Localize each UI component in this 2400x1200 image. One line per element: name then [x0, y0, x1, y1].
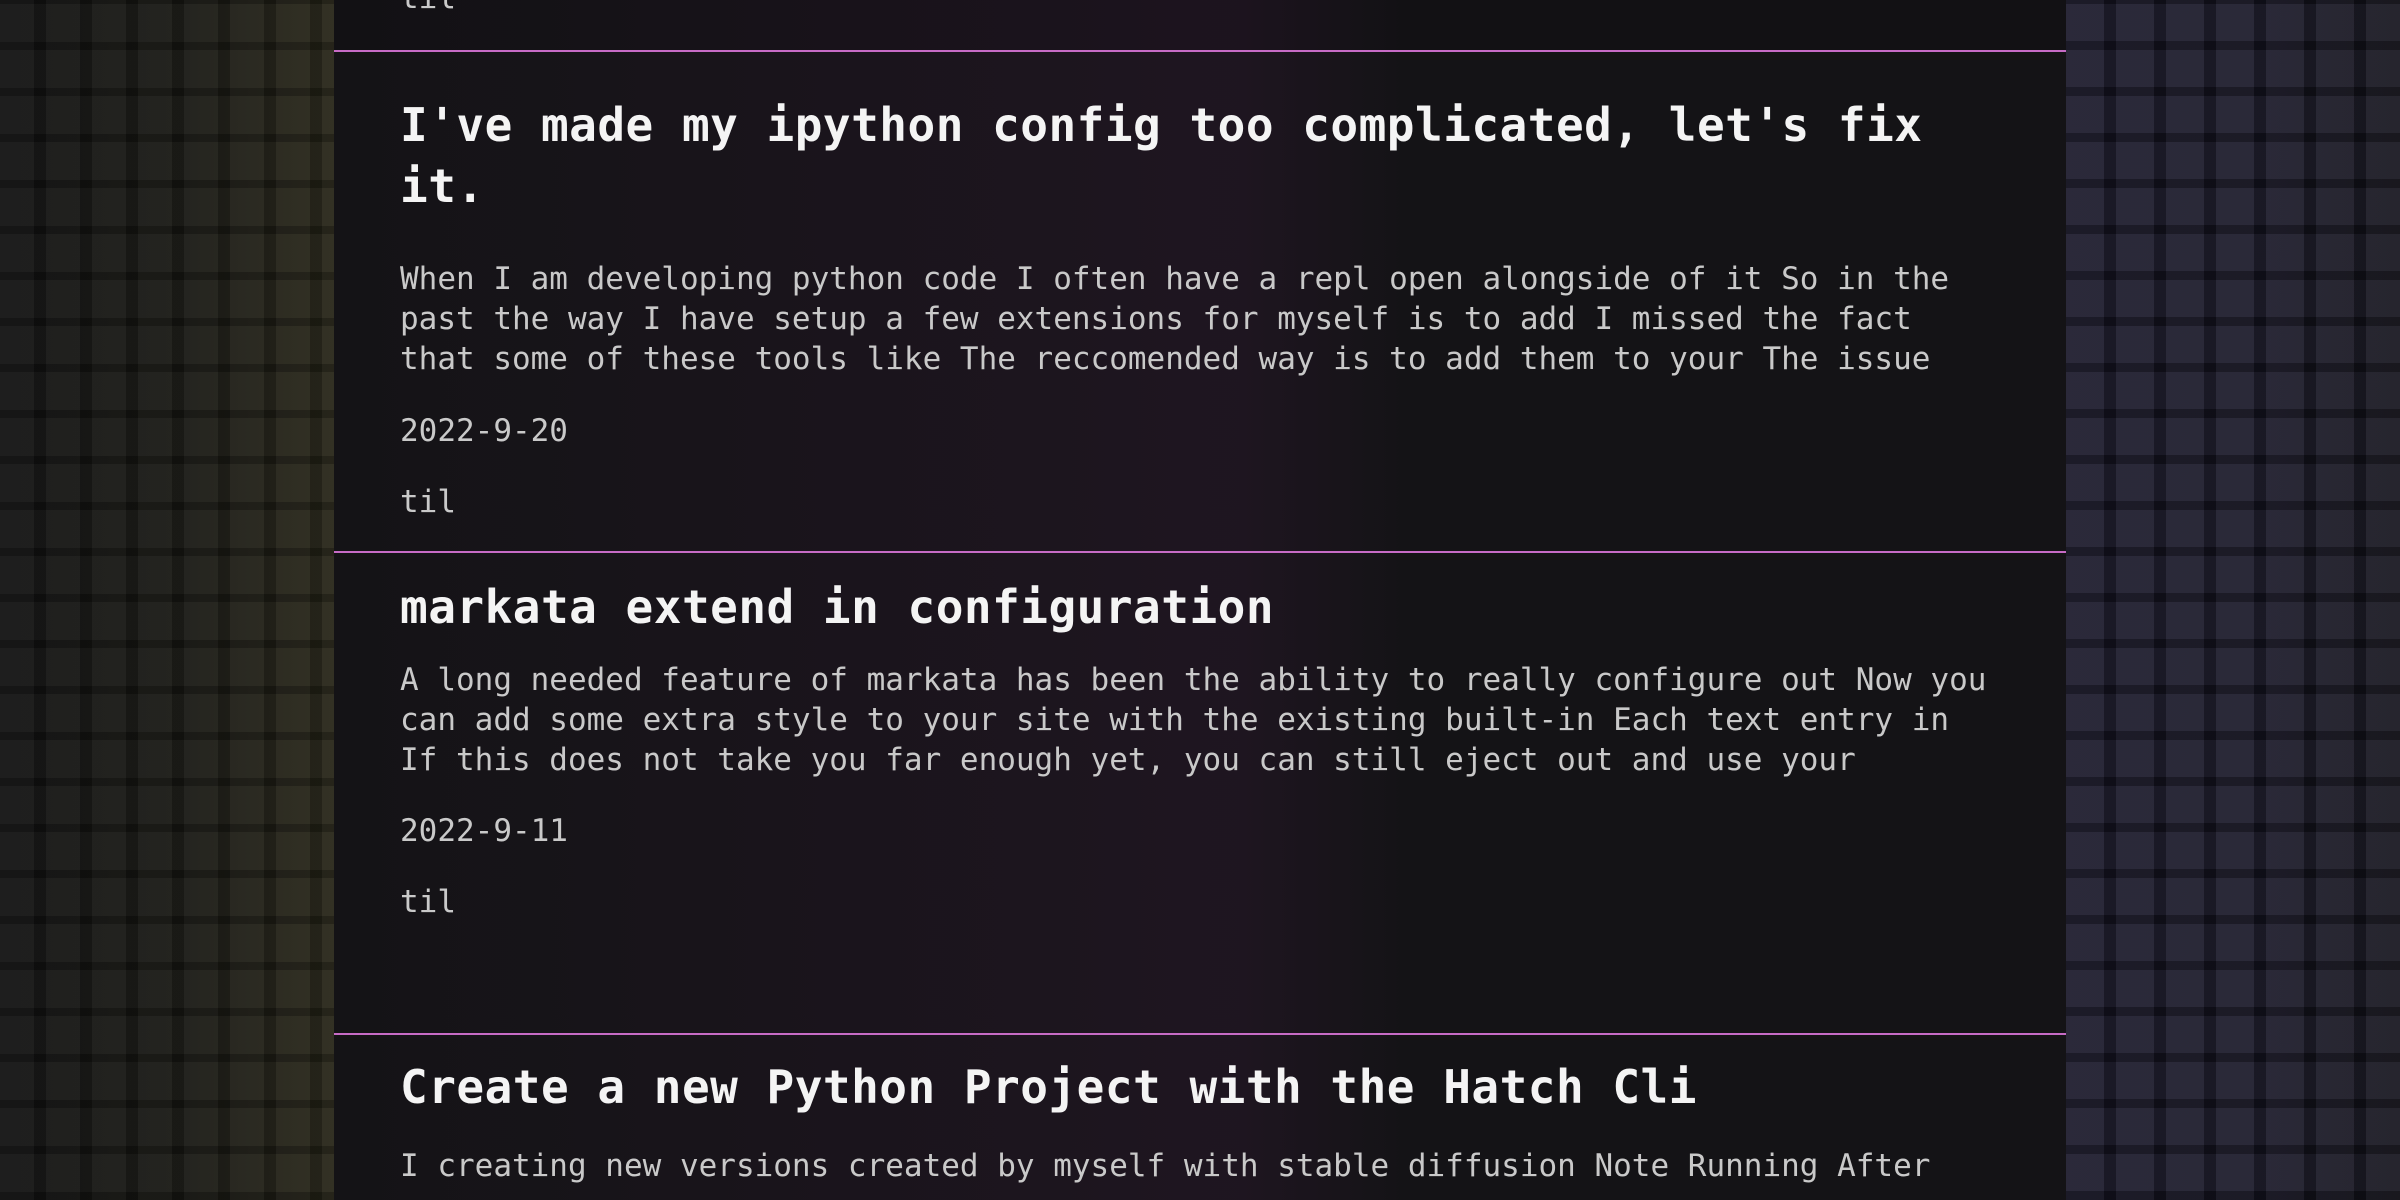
post-card[interactable]: Create a new Python Project with the Hat…	[334, 1033, 2066, 1200]
post-tag[interactable]: til	[400, 0, 456, 18]
post-description: I creating new versions created by mysel…	[400, 1148, 1931, 1184]
post-card[interactable]: markata extend in configuration A long n…	[334, 551, 2066, 1035]
background-texture-right	[2066, 0, 2400, 1200]
post-tag[interactable]: til	[400, 482, 2000, 522]
post-title[interactable]: I've made my ipython config too complica…	[400, 95, 2000, 217]
post-description: A long needed feature of markata has bee…	[400, 662, 1987, 778]
post-description: When I am developing python code I often…	[400, 261, 1950, 377]
post-date: 2022-9-11	[400, 813, 568, 849]
post-card[interactable]: I've made my ipython config too complica…	[334, 50, 2066, 553]
page: til I've made my ipython config too comp…	[0, 0, 2400, 1200]
post-tag[interactable]: til	[400, 882, 2000, 922]
background-texture-left	[0, 0, 334, 1200]
post-title[interactable]: Create a new Python Project with the Hat…	[400, 1057, 2000, 1118]
post-feed: til I've made my ipython config too comp…	[334, 0, 2066, 1200]
post-date: 2022-9-20	[400, 413, 568, 449]
post-title[interactable]: markata extend in configuration	[400, 577, 2000, 638]
post-card-previous[interactable]: til	[334, 0, 2066, 50]
